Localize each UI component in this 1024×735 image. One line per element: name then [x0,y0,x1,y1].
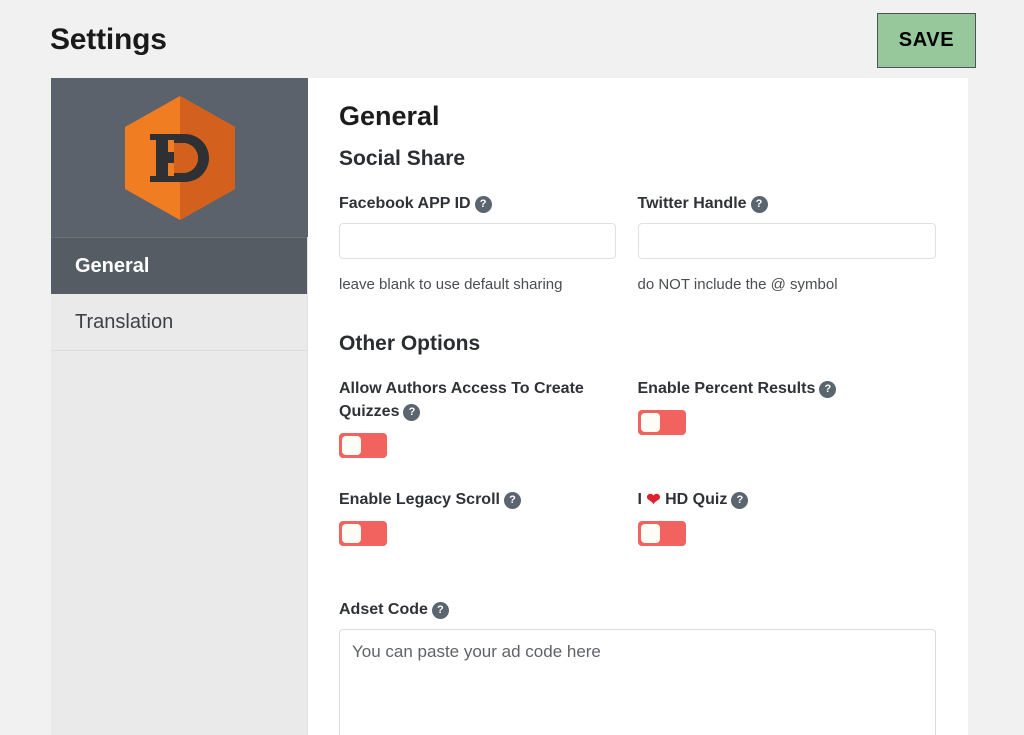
settings-body: General Translation General Social Share… [51,78,968,735]
allow-authors-toggle-group: Allow Authors Access To Create Quizzes? [339,377,638,458]
twitter-handle-label: Twitter Handle? [638,192,937,215]
other-options-section-title: Other Options [339,332,481,355]
social-share-section-title: Social Share [339,147,466,170]
adset-code-label-text: Adset Code [339,601,428,618]
adset-code-label: Adset Code? [339,598,936,621]
question-mark-icon[interactable]: ? [819,381,837,398]
enable-percent-results-label-text: Enable Percent Results [637,380,816,397]
enable-legacy-scroll-toggle-group: Enable Legacy Scroll? [339,488,638,546]
question-mark-icon[interactable]: ? [474,196,492,213]
allow-authors-label: Allow Authors Access To Create Quizzes? [339,377,616,423]
facebook-app-id-label-text: Facebook APP ID [339,195,471,212]
page-header: Settings SAVE [0,0,1024,78]
social-share-fields-row: Facebook APP ID? leave blank to use defa… [339,192,936,295]
enable-percent-results-toggle-group: Enable Percent Results? [637,377,937,458]
toggle-knob [640,413,660,432]
adset-code-group: Adset Code? [339,598,936,735]
content-heading: General [339,101,440,131]
toggle-knob [342,524,361,543]
facebook-app-id-label: Facebook APP ID? [339,192,616,215]
i-love-hd-quiz-label: I ❤ HD Quiz? [638,488,915,511]
i-love-hd-quiz-toggle[interactable] [637,521,686,546]
sidebar-item-label: Translation [75,310,174,333]
page-title: Settings [50,23,167,56]
question-mark-icon[interactable]: ? [731,492,749,509]
enable-percent-results-label: Enable Percent Results? [638,377,915,400]
hexagon-hd-logo-icon [124,95,235,220]
sidebar: General Translation [51,78,308,735]
heart-icon: ❤ [646,490,661,509]
other-options-row-2: Enable Legacy Scroll? I ❤ HD Quiz? [339,488,936,576]
i-love-hd-quiz-toggle-group: I ❤ HD Quiz? [637,488,937,546]
sidebar-item-general[interactable]: General [51,237,307,294]
adset-code-textarea-wrapper [339,629,936,735]
question-mark-icon[interactable]: ? [503,492,521,509]
adset-code-textarea[interactable] [339,629,936,735]
question-mark-icon[interactable]: ? [750,196,768,213]
toggle-knob [342,436,361,455]
twitter-handle-field-group: Twitter Handle? do NOT include the @ sym… [637,192,937,295]
twitter-handle-hint: do NOT include the @ symbol [637,276,838,293]
facebook-app-id-input[interactable] [339,223,616,259]
settings-page: Settings SAVE General Translation Genera… [0,0,1024,735]
allow-authors-label-text: Allow Authors Access To Create Quizzes [339,380,584,420]
question-mark-icon[interactable]: ? [403,404,421,421]
toggle-knob [640,524,660,543]
facebook-app-id-field-group: Facebook APP ID? leave blank to use defa… [339,192,638,295]
sidebar-item-label: General [75,254,150,277]
enable-legacy-scroll-label: Enable Legacy Scroll? [339,488,616,511]
i-love-hd-quiz-label-prefix: I [637,491,642,508]
sidebar-item-translation[interactable]: Translation [51,294,307,351]
enable-legacy-scroll-label-text: Enable Legacy Scroll [339,491,500,508]
twitter-handle-label-text: Twitter Handle [637,195,747,212]
sidebar-logo-panel [51,78,308,237]
enable-legacy-scroll-toggle[interactable] [339,521,387,546]
allow-authors-toggle[interactable] [339,433,387,458]
other-options-row-1: Allow Authors Access To Create Quizzes? … [339,377,936,488]
save-button[interactable]: SAVE [877,13,976,68]
enable-percent-results-toggle[interactable] [637,410,686,435]
i-love-hd-quiz-label-suffix: HD Quiz [665,491,728,508]
question-mark-icon[interactable]: ? [431,602,449,619]
settings-content-panel: General Social Share Facebook APP ID? le… [308,78,968,735]
facebook-app-id-hint: leave blank to use default sharing [339,276,563,293]
twitter-handle-input[interactable] [637,223,936,259]
